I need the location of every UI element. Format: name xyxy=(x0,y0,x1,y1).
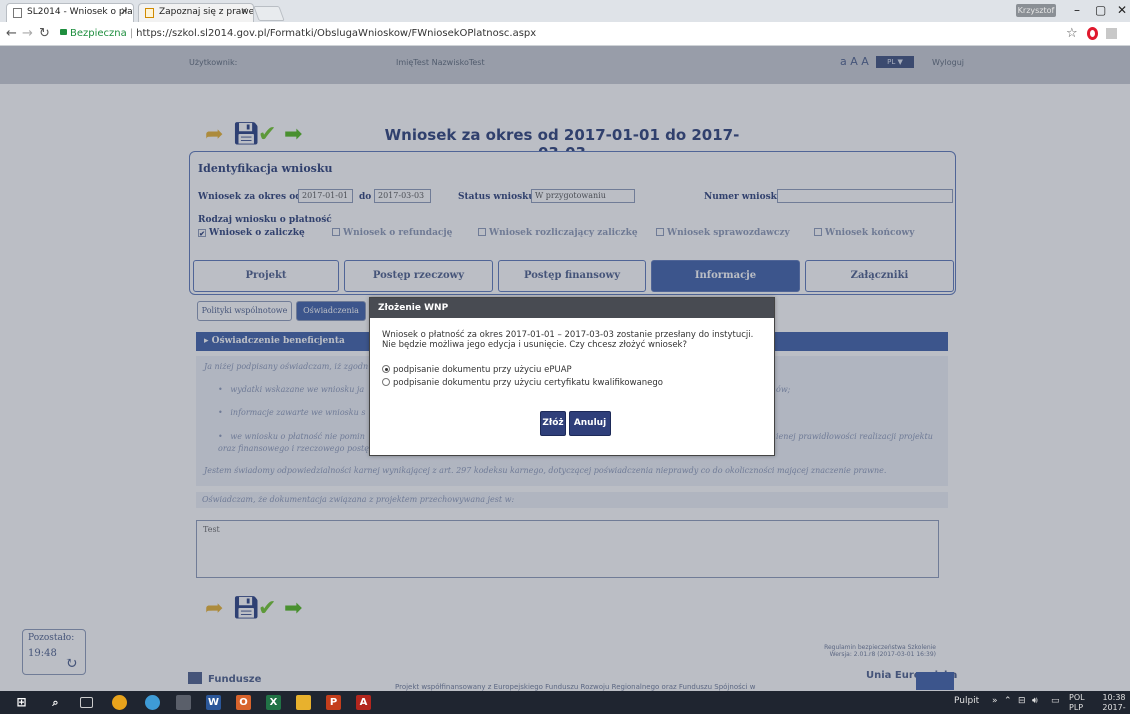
close-icon[interactable]: ✕ xyxy=(240,7,248,17)
page-icon xyxy=(13,8,22,18)
url-separator: | xyxy=(129,28,134,39)
warning-icon xyxy=(145,8,154,18)
browser-tab-title: SL2014 - Wniosek o płat xyxy=(27,7,134,17)
windows-start-icon[interactable]: ⊞ xyxy=(14,695,29,710)
minimize-icon[interactable]: – xyxy=(1074,3,1080,17)
network-icon[interactable]: ⊟ xyxy=(1018,696,1026,706)
forward-icon[interactable]: → xyxy=(22,26,33,41)
word-icon[interactable]: W xyxy=(206,695,221,710)
url-field[interactable]: Bezpieczna | https://szkol.sl2014.gov.pl/F… xyxy=(56,25,1081,43)
url-text: https://szkol.sl2014.gov.pl/Formatki/Obs… xyxy=(136,28,537,39)
desktop-label[interactable]: Pulpit xyxy=(954,696,979,706)
calculator-icon[interactable] xyxy=(176,695,191,710)
opera-icon[interactable] xyxy=(1087,27,1098,40)
task-view-icon[interactable] xyxy=(80,697,93,708)
radio-selected-icon[interactable] xyxy=(382,365,390,373)
browser-tab-bar: SL2014 - Wniosek o płat ✕ Zapoznaj się z… xyxy=(0,0,1130,22)
new-tab-button[interactable] xyxy=(253,6,285,21)
chrome-icon[interactable] xyxy=(145,695,160,710)
submit-button[interactable]: Złóż xyxy=(540,411,566,436)
reload-icon[interactable]: ↻ xyxy=(39,26,50,41)
notification-icon[interactable]: ▭ xyxy=(1051,696,1060,706)
secure-label: Bezpieczna xyxy=(70,28,127,39)
browser-tab-2[interactable]: Zapoznaj się z prawem ✕ xyxy=(138,3,254,22)
acrobat-icon[interactable]: A xyxy=(356,695,371,710)
restore-icon[interactable]: ▢ xyxy=(1095,3,1106,17)
outlook-icon[interactable]: O xyxy=(236,695,251,710)
bookmark-star-icon[interactable]: ☆ xyxy=(1066,26,1078,41)
tray-expand-icon[interactable]: ⌃ xyxy=(1004,696,1012,706)
back-icon[interactable]: ← xyxy=(6,26,17,41)
browser-tab-1[interactable]: SL2014 - Wniosek o płat ✕ xyxy=(6,3,134,22)
tray-chevron-icon[interactable]: » xyxy=(992,696,998,706)
firefox-icon[interactable] xyxy=(112,695,127,710)
search-icon[interactable]: ⌕ xyxy=(48,695,63,710)
dialog-title: Złożenie WNP xyxy=(370,298,774,318)
submit-dialog: Złożenie WNP Wniosek o płatność za okres… xyxy=(369,297,775,456)
taskbar: ⊞ ⌕ W O X P A Pulpit » ⌃ ⊟ 🔊︎ ▭ POL PLP 1… xyxy=(0,691,1130,714)
powerpoint-icon[interactable]: P xyxy=(326,695,341,710)
page: Użytkownik: ImięTest NazwiskoTest a A A … xyxy=(0,46,1130,691)
explorer-icon[interactable] xyxy=(296,695,311,710)
radio-icon[interactable] xyxy=(382,378,390,386)
close-icon[interactable]: ✕ xyxy=(120,7,128,17)
dialog-message: Wniosek o płatność za okres 2017-01-01 –… xyxy=(382,330,754,350)
excel-icon[interactable]: X xyxy=(266,695,281,710)
language-indicator[interactable]: POL PLP xyxy=(1069,693,1085,713)
option-certificate[interactable]: podpisanie dokumentu przy użyciu certyfi… xyxy=(382,378,663,388)
browser-user-badge[interactable]: Krzysztof xyxy=(1016,4,1056,17)
cancel-button[interactable]: Anuluj xyxy=(569,411,611,436)
volume-icon[interactable]: 🔊︎ xyxy=(1032,696,1038,706)
extension-icon[interactable] xyxy=(1106,28,1117,39)
address-bar: ← → ↻ Bezpieczna | https://szkol.sl2014.go… xyxy=(0,22,1130,46)
clock[interactable]: 10:382017-03-0 xyxy=(1098,693,1130,714)
lock-icon xyxy=(60,29,67,35)
option-epuap[interactable]: podpisanie dokumentu przy użyciu ePUAP xyxy=(382,365,572,375)
close-window-icon[interactable]: ✕ xyxy=(1117,3,1127,17)
